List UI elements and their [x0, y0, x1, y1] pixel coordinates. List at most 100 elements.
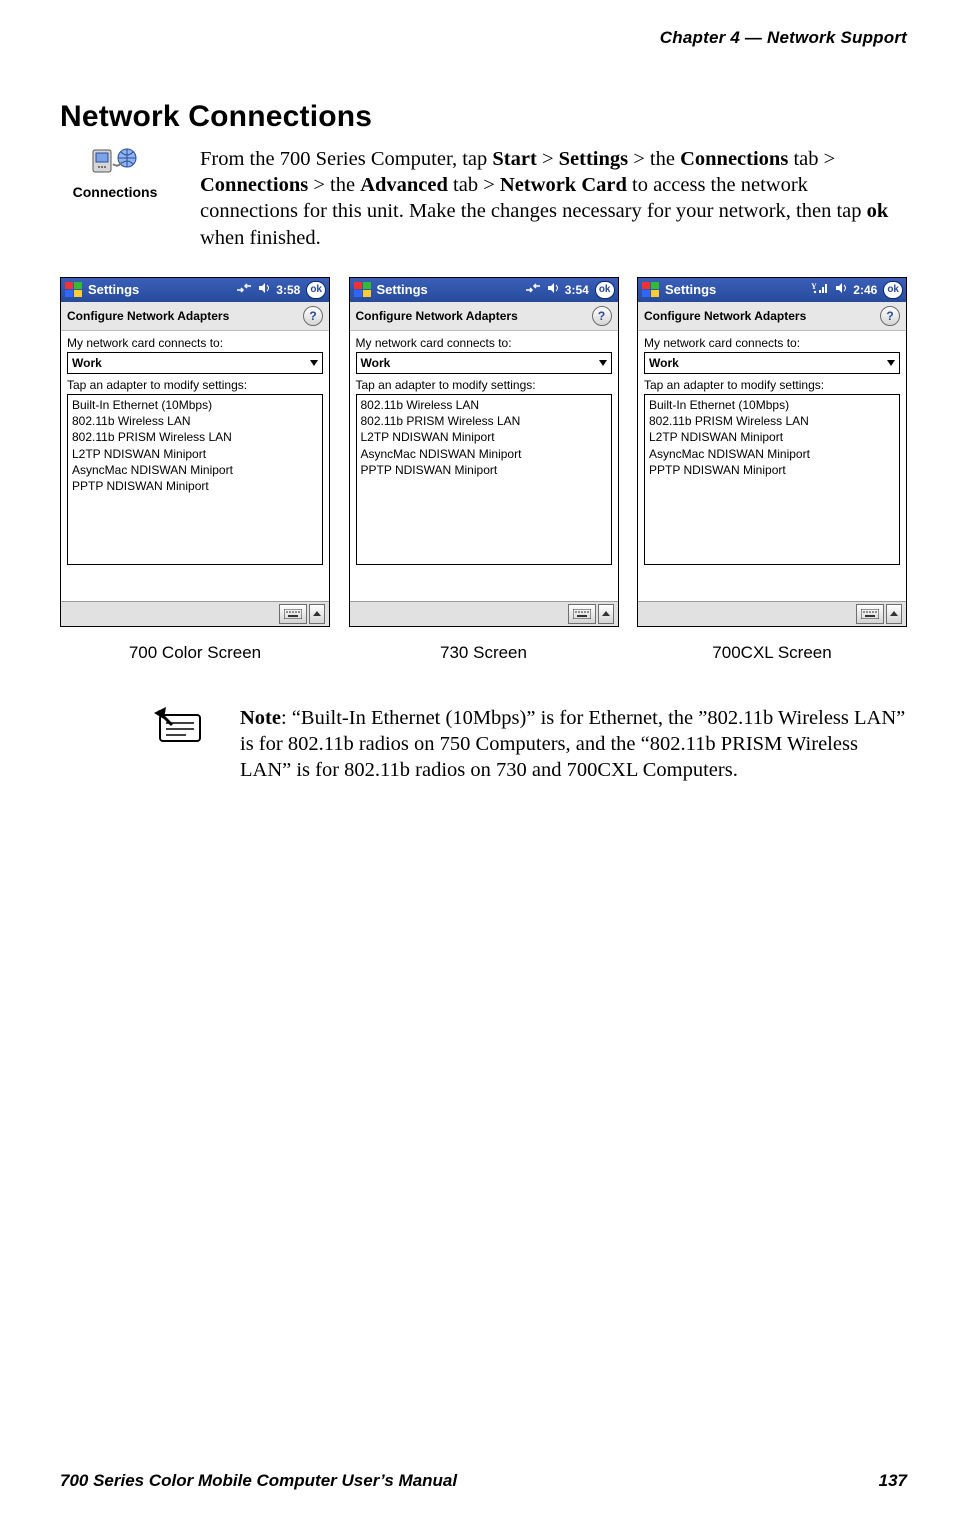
intro-text-settings: Settings — [559, 148, 628, 170]
keyboard-icon[interactable] — [279, 604, 307, 624]
volume-icon[interactable] — [835, 282, 847, 297]
connects-to-label: My network card connects to: — [356, 336, 612, 350]
intro-text-frag: tab > — [448, 174, 500, 196]
connections-icon-label: Connections — [73, 184, 158, 200]
connections-icon — [91, 146, 139, 180]
section-heading: Network Connections — [60, 100, 907, 134]
intro-text-frag: > — [537, 148, 559, 170]
list-item[interactable]: Built-In Ethernet (10Mbps) — [649, 397, 895, 413]
screenshot-730: Settings 3:54 ok Configure Network Adapt… — [349, 277, 619, 663]
list-item[interactable]: 802.11b Wireless LAN — [72, 413, 318, 429]
note-label: Note — [240, 707, 281, 729]
page-subtitle: Configure Network Adapters — [67, 309, 229, 323]
help-icon[interactable]: ? — [592, 306, 612, 326]
ok-button[interactable]: ok — [306, 281, 326, 299]
screenshots-row: Settings 3:58 ok Configure Network Adapt… — [60, 277, 907, 663]
clock-time: 3:58 — [276, 283, 300, 297]
start-flag-icon[interactable] — [641, 281, 661, 299]
intro-text-connections-tab: Connections — [680, 148, 788, 170]
screenshot-700cxl: Settings Y 2:46 ok — [637, 277, 907, 663]
list-item[interactable]: AsyncMac NDISWAN Miniport — [361, 446, 607, 462]
start-flag-icon[interactable] — [64, 281, 84, 299]
bottom-bar — [350, 601, 618, 626]
keyboard-icon[interactable] — [856, 604, 884, 624]
ok-button[interactable]: ok — [883, 281, 903, 299]
list-item[interactable]: Built-In Ethernet (10Mbps) — [72, 397, 318, 413]
list-item[interactable]: PPTP NDISWAN Miniport — [361, 462, 607, 478]
taskbar: Settings 3:58 ok — [61, 278, 329, 302]
screenshot-caption: 700CXL Screen — [637, 643, 907, 663]
keyboard-icon[interactable] — [568, 604, 596, 624]
note-paragraph: Note: “Built-In Ethernet (10Mbps)” is fo… — [240, 705, 907, 784]
tap-adapter-label: Tap an adapter to modify settings: — [356, 378, 612, 392]
sip-arrow-icon[interactable] — [886, 604, 902, 624]
connects-to-label: My network card connects to: — [67, 336, 323, 350]
taskbar: Settings Y 2:46 ok — [638, 278, 906, 302]
intro-paragraph: From the 700 Series Computer, tap Start … — [200, 146, 907, 251]
list-item[interactable]: PPTP NDISWAN Miniport — [649, 462, 895, 478]
list-item[interactable]: AsyncMac NDISWAN Miniport — [72, 462, 318, 478]
network-dropdown[interactable]: Work — [67, 352, 323, 374]
clock-time: 3:54 — [565, 283, 589, 297]
dropdown-value: Work — [649, 356, 679, 370]
taskbar-title: Settings — [84, 282, 236, 297]
taskbar-title: Settings — [373, 282, 525, 297]
list-item[interactable]: 802.11b Wireless LAN — [361, 397, 607, 413]
bottom-bar — [638, 601, 906, 626]
connections-icon-block: Connections — [60, 146, 170, 200]
page-number: 137 — [879, 1471, 907, 1491]
intro-text-advanced: Advanced — [360, 174, 448, 196]
svg-text:Y: Y — [811, 282, 817, 291]
intro-text-frag: > the — [628, 148, 680, 170]
intro-text-frag: when finished. — [200, 227, 321, 249]
page-subtitle-bar: Configure Network Adapters ? — [638, 302, 906, 331]
wifi-signal-icon: Y — [811, 281, 829, 298]
volume-icon[interactable] — [258, 282, 270, 297]
note-body: : “Built-In Ethernet (10Mbps)” is for Et… — [240, 707, 905, 781]
start-flag-icon[interactable] — [353, 281, 373, 299]
ok-button[interactable]: ok — [595, 281, 615, 299]
sip-arrow-icon[interactable] — [598, 604, 614, 624]
tap-adapter-label: Tap an adapter to modify settings: — [644, 378, 900, 392]
intro-text-frag: From the 700 Series Computer, tap — [200, 148, 492, 170]
intro-text-connections: Connections — [200, 174, 308, 196]
connects-to-label: My network card connects to: — [644, 336, 900, 350]
note-icon — [150, 705, 210, 752]
intro-text-ok: ok — [867, 200, 889, 222]
page-subtitle-bar: Configure Network Adapters ? — [350, 302, 618, 331]
intro-text-start: Start — [492, 148, 536, 170]
list-item[interactable]: 802.11b PRISM Wireless LAN — [361, 413, 607, 429]
taskbar: Settings 3:54 ok — [350, 278, 618, 302]
list-item[interactable]: L2TP NDISWAN Miniport — [72, 446, 318, 462]
list-item[interactable]: L2TP NDISWAN Miniport — [361, 429, 607, 445]
adapter-listbox[interactable]: Built-In Ethernet (10Mbps) 802.11b Wirel… — [67, 394, 323, 565]
list-item[interactable]: L2TP NDISWAN Miniport — [649, 429, 895, 445]
list-item[interactable]: PPTP NDISWAN Miniport — [72, 478, 318, 494]
page-subtitle: Configure Network Adapters — [644, 309, 806, 323]
bottom-bar — [61, 601, 329, 626]
adapter-listbox[interactable]: Built-In Ethernet (10Mbps) 802.11b PRISM… — [644, 394, 900, 565]
signal-icon — [525, 281, 541, 298]
running-head: Chapter 4 — Network Support — [60, 28, 907, 48]
volume-icon[interactable] — [547, 282, 559, 297]
screenshot-caption: 730 Screen — [349, 643, 619, 663]
help-icon[interactable]: ? — [880, 306, 900, 326]
sip-arrow-icon[interactable] — [309, 604, 325, 624]
help-icon[interactable]: ? — [303, 306, 323, 326]
intro-text-frag: tab > — [788, 148, 835, 170]
page-subtitle-bar: Configure Network Adapters ? — [61, 302, 329, 331]
list-item[interactable]: 802.11b PRISM Wireless LAN — [649, 413, 895, 429]
intro-text-frag: > the — [308, 174, 360, 196]
network-dropdown[interactable]: Work — [356, 352, 612, 374]
screenshot-caption: 700 Color Screen — [60, 643, 330, 663]
intro-text-network-card: Network Card — [500, 174, 627, 196]
page-subtitle: Configure Network Adapters — [356, 309, 518, 323]
network-dropdown[interactable]: Work — [644, 352, 900, 374]
list-item[interactable]: 802.11b PRISM Wireless LAN — [72, 429, 318, 445]
adapter-listbox[interactable]: 802.11b Wireless LAN 802.11b PRISM Wirel… — [356, 394, 612, 565]
list-item[interactable]: AsyncMac NDISWAN Miniport — [649, 446, 895, 462]
clock-time: 2:46 — [853, 283, 877, 297]
tap-adapter-label: Tap an adapter to modify settings: — [67, 378, 323, 392]
signal-icon — [236, 281, 252, 298]
dropdown-value: Work — [72, 356, 102, 370]
